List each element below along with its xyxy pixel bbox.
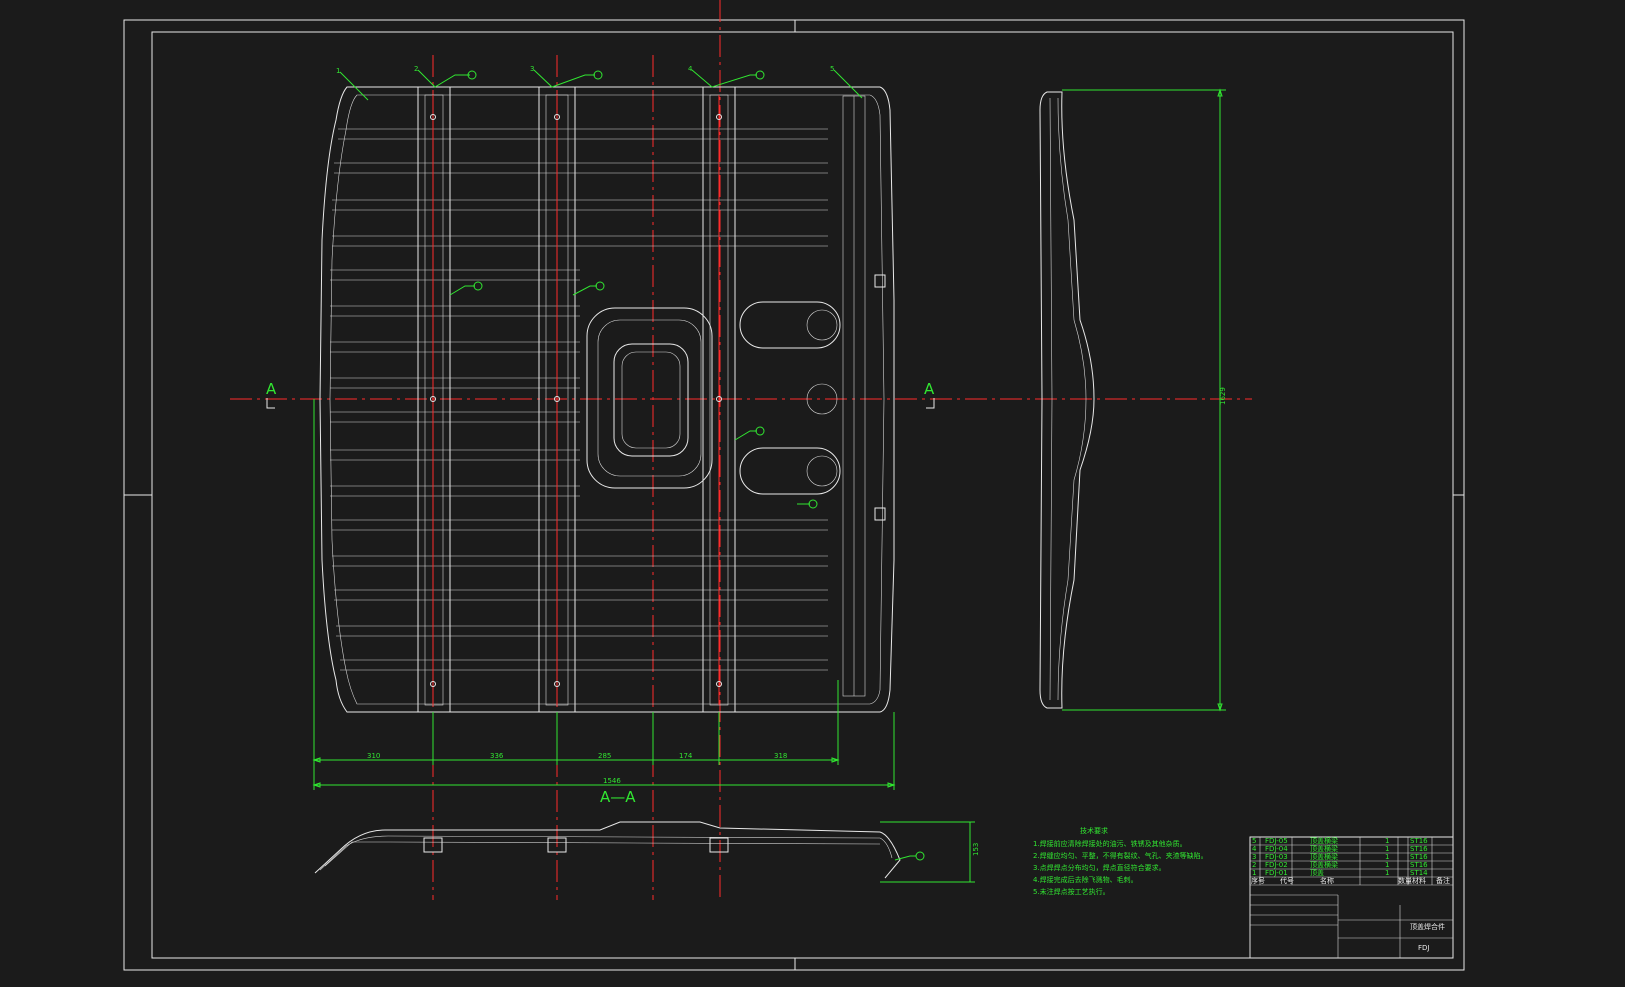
part-row-5-code: FDJ-05 — [1265, 837, 1288, 845]
part-row-3-qty: 1 — [1385, 853, 1389, 861]
part-row-3-material: ST16 — [1410, 853, 1428, 861]
header-qty: 数量 — [1398, 876, 1412, 885]
section-title: A—A — [600, 788, 636, 806]
dim-4: 174 — [679, 752, 693, 760]
section-view: A—A 153 — [314, 788, 980, 883]
cad-drawing: 1 2 3 4 5 A A 310 336 285 174 318 1546 1… — [123, 0, 1465, 971]
part-row-3-no: 3 — [1252, 853, 1256, 861]
part-row-3-name: 顶盖横梁 — [1310, 852, 1338, 861]
dimension-texts: 310 336 285 174 318 1546 — [367, 752, 787, 785]
drawing-code: FDJ — [1418, 944, 1429, 952]
part-row-5-qty: 1 — [1385, 837, 1389, 845]
section-label-right: A — [924, 380, 935, 398]
part-row-1-qty: 1 — [1385, 869, 1389, 877]
header-material: 材料 — [1412, 876, 1426, 885]
callout-4: 4 — [688, 65, 693, 73]
header-remarks: 备注 — [1436, 876, 1450, 885]
part-row-5-material: ST16 — [1410, 837, 1428, 845]
part-row-4-qty: 1 — [1385, 845, 1389, 853]
dimension-lines — [312, 399, 896, 790]
title-block: 顶盖焊合件 FDJ — [1410, 922, 1445, 952]
section-markers: A A — [266, 380, 935, 409]
header-code: 代号 — [1280, 876, 1294, 885]
part-row-1-code: FDJ-01 — [1265, 869, 1288, 877]
part-row-4-code: FDJ-04 — [1265, 845, 1288, 853]
dim-side-height: 1629 — [1219, 387, 1227, 405]
tech-line-4: 4.焊接完成后去除飞溅物、毛刺。 — [1033, 875, 1138, 884]
parts-list-rows: 5 FDJ-05 顶盖横梁 1 ST16 4 FDJ-04 顶盖横梁 1 ST1… — [1251, 836, 1450, 885]
part-row-1-material: ST14 — [1410, 869, 1428, 877]
callout-5: 5 — [830, 65, 834, 73]
part-row-2-material: ST16 — [1410, 861, 1428, 869]
dim-2: 336 — [490, 752, 504, 760]
right-flange — [842, 95, 886, 697]
tech-line-3: 3.点焊焊点分布均匀，焊点直径符合要求。 — [1033, 863, 1166, 872]
part-row-4-no: 4 — [1252, 845, 1257, 853]
drawing-frame — [123, 19, 1465, 971]
tech-line-2: 2.焊缝应均匀、平整，不得有裂纹、气孔、夹渣等缺陷。 — [1033, 851, 1208, 860]
part-row-3-code: FDJ-03 — [1265, 853, 1288, 861]
dim-3: 285 — [598, 752, 611, 760]
tech-line-5: 5.未注焊点按工艺执行。 — [1033, 887, 1110, 896]
part-row-5-name: 顶盖横梁 — [1310, 836, 1338, 845]
side-view: 1629 — [1039, 88, 1227, 712]
tech-title: 技术要求 — [1080, 826, 1108, 835]
callout-numbers: 1 2 3 4 5 — [336, 65, 834, 75]
part-row-2-qty: 1 — [1385, 861, 1389, 869]
dim-5: 318 — [774, 752, 787, 760]
transverse-ribs — [330, 128, 828, 671]
dim-overall: 1546 — [603, 777, 621, 785]
part-row-1-name: 顶盖 — [1310, 868, 1324, 877]
part-row-4-name: 顶盖横梁 — [1310, 844, 1338, 853]
part-row-2-no: 2 — [1252, 861, 1256, 869]
header-name: 名称 — [1320, 876, 1334, 885]
dim-section-height: 153 — [972, 843, 980, 856]
callout-1: 1 — [336, 67, 340, 75]
part-row-1-no: 1 — [1252, 869, 1256, 877]
part-row-4-material: ST16 — [1410, 845, 1428, 853]
dim-1: 310 — [367, 752, 380, 760]
tech-line-1: 1.焊接前应清除焊接处的油污、铁锈及其他杂质。 — [1033, 839, 1187, 848]
header-no: 序号 — [1251, 876, 1265, 885]
side-slots — [739, 301, 841, 495]
drawing-name: 顶盖焊合件 — [1410, 922, 1445, 931]
drawing-viewport[interactable]: 1 2 3 4 5 A A 310 336 285 174 318 1546 1… — [0, 0, 1625, 983]
callout-2: 2 — [414, 65, 418, 73]
part-row-2-name: 顶盖横梁 — [1310, 860, 1338, 869]
callout-3: 3 — [530, 65, 534, 73]
tech-requirements: 技术要求 1.焊接前应清除焊接处的油污、铁锈及其他杂质。 2.焊缝应均匀、平整，… — [1033, 826, 1208, 896]
part-row-2-code: FDJ-02 — [1265, 861, 1288, 869]
central-hatch — [586, 307, 713, 489]
section-label-left: A — [266, 380, 277, 398]
part-row-5-no: 5 — [1252, 837, 1256, 845]
